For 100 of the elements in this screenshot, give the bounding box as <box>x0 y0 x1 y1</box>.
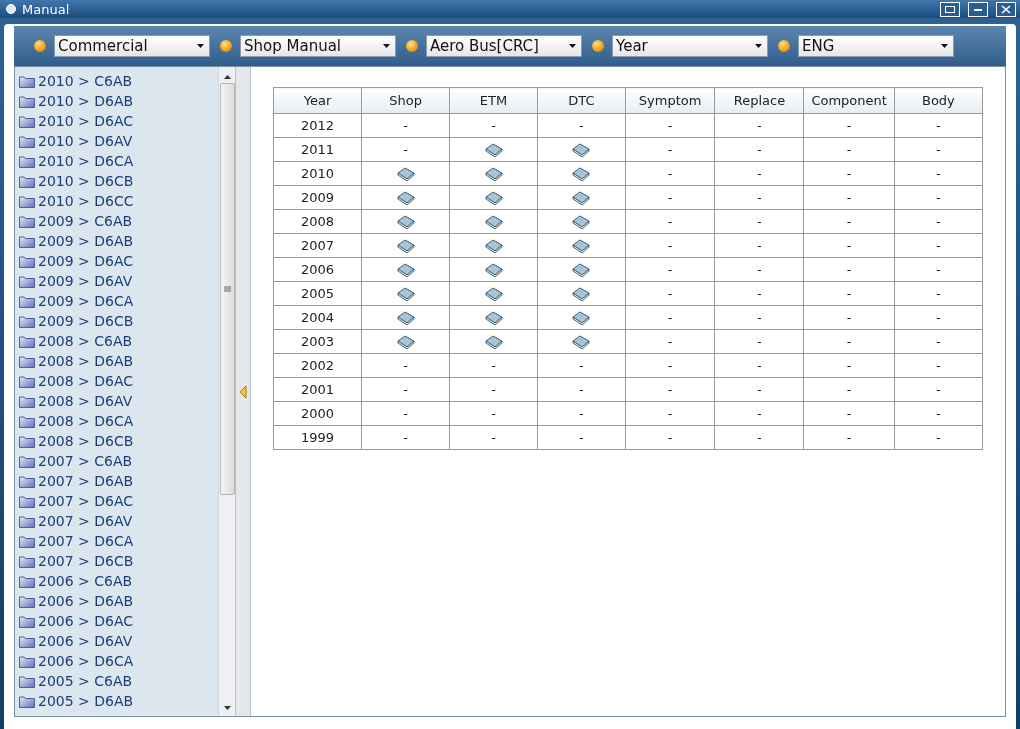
dropdown[interactable]: Year <box>612 35 768 57</box>
restore-icon <box>945 5 955 13</box>
book-icon[interactable] <box>396 238 415 253</box>
folder-icon <box>19 154 35 168</box>
tree-item[interactable]: 2008 > C6AB <box>38 333 133 349</box>
collapse-arrow-icon[interactable] <box>239 384 248 399</box>
book-icon[interactable] <box>396 262 415 277</box>
dropdown[interactable]: Aero Bus[CRC] <box>426 35 582 57</box>
table-cell: - <box>625 353 715 378</box>
tree-item[interactable]: 2010 > D6AB <box>38 93 134 109</box>
table-cell: - <box>894 305 983 330</box>
book-icon[interactable] <box>396 286 415 301</box>
scroll-down-icon[interactable] <box>223 706 231 710</box>
table-cell: - <box>714 329 804 354</box>
tree-item[interactable]: 2008 > D6CB <box>38 433 134 449</box>
tree-item[interactable]: 2005 > C6AB <box>38 673 133 689</box>
tree-item[interactable]: 2009 > D6AV <box>38 273 133 289</box>
scrollbar[interactable] <box>218 67 236 716</box>
tree-item[interactable]: 2010 > D6AC <box>38 113 134 129</box>
tree-item[interactable]: 2006 > D6AV <box>38 633 133 649</box>
book-icon[interactable] <box>396 166 415 181</box>
folder-icon <box>19 94 35 108</box>
column-header: Component <box>804 87 895 114</box>
folder-icon <box>19 414 35 428</box>
table-cell: - <box>804 209 895 234</box>
table-cell: - <box>625 185 715 210</box>
tree-item[interactable]: 2010 > D6CC <box>38 193 134 209</box>
book-icon[interactable] <box>484 190 503 205</box>
folder-icon <box>19 494 35 508</box>
restore-button[interactable] <box>940 1 960 17</box>
close-button[interactable] <box>996 1 1016 17</box>
tree-item[interactable]: 2009 > D6AB <box>38 233 134 249</box>
tree-item[interactable]: 2007 > D6CA <box>38 533 134 549</box>
caret-icon <box>569 44 576 48</box>
tree-item[interactable]: 2006 > D6AB <box>38 593 134 609</box>
book-icon[interactable] <box>572 238 591 253</box>
book-icon[interactable] <box>572 334 591 349</box>
scroll-up-icon[interactable] <box>223 75 231 79</box>
tree-item[interactable]: 2009 > D6CA <box>38 293 134 309</box>
tree-item[interactable]: 2006 > D6CA <box>38 653 134 669</box>
dropdown[interactable]: ENG <box>798 35 954 57</box>
dropdown[interactable]: Shop Manual <box>240 35 396 57</box>
book-icon[interactable] <box>572 310 591 325</box>
table-cell: - <box>714 185 804 210</box>
tree-item[interactable]: 2006 > D6AC <box>38 613 134 629</box>
tree-item[interactable]: 2007 > D6AC <box>38 493 134 509</box>
tree-item[interactable]: 2007 > D6AB <box>38 473 134 489</box>
book-icon[interactable] <box>396 310 415 325</box>
folder-icon <box>19 474 35 488</box>
table-cell: - <box>804 137 895 162</box>
caret-icon <box>755 44 762 48</box>
book-icon[interactable] <box>484 142 503 157</box>
book-icon[interactable] <box>484 262 503 277</box>
tree-item[interactable]: 2008 > D6AB <box>38 353 134 369</box>
table-cell: - <box>714 161 804 186</box>
minimize-button[interactable] <box>968 1 988 17</box>
tree-item[interactable]: 2007 > D6AV <box>38 513 133 529</box>
table-cell: - <box>625 257 715 282</box>
table-cell: - <box>714 233 804 258</box>
book-icon[interactable] <box>484 334 503 349</box>
tree-item[interactable]: 2010 > D6CB <box>38 173 134 189</box>
table-cell: - <box>625 161 715 186</box>
book-icon[interactable] <box>572 262 591 277</box>
table-cell: 2010 <box>273 161 362 186</box>
tree-item[interactable]: 2010 > D6CA <box>38 153 134 169</box>
tree-item[interactable]: 2009 > C6AB <box>38 213 133 229</box>
book-icon[interactable] <box>396 190 415 205</box>
book-icon[interactable] <box>572 214 591 229</box>
table-cell: - <box>714 425 804 450</box>
book-icon[interactable] <box>572 286 591 301</box>
tree-item[interactable]: 2009 > D6AC <box>38 253 134 269</box>
book-icon[interactable] <box>572 142 591 157</box>
book-icon[interactable] <box>484 238 503 253</box>
table-cell: - <box>361 377 450 402</box>
status-dot-icon <box>220 40 232 52</box>
scroll-thumb[interactable] <box>219 83 235 495</box>
book-icon[interactable] <box>396 214 415 229</box>
table-cell: - <box>449 353 538 378</box>
book-icon[interactable] <box>572 166 591 181</box>
book-icon[interactable] <box>572 190 591 205</box>
tree-item[interactable]: 2008 > D6AC <box>38 373 134 389</box>
book-icon[interactable] <box>396 334 415 349</box>
table-cell: - <box>804 185 895 210</box>
tree-item[interactable]: 2008 > D6CA <box>38 413 134 429</box>
table-cell: - <box>625 281 715 306</box>
tree-item[interactable]: 2010 > D6AV <box>38 133 133 149</box>
book-icon[interactable] <box>484 214 503 229</box>
dropdown[interactable]: Commercial <box>54 35 210 57</box>
tree-item[interactable]: 2008 > D6AV <box>38 393 133 409</box>
book-icon[interactable] <box>484 166 503 181</box>
tree-item[interactable]: 2009 > D6CB <box>38 313 134 329</box>
book-icon[interactable] <box>484 310 503 325</box>
tree-item[interactable]: 2007 > D6CB <box>38 553 134 569</box>
book-icon[interactable] <box>484 286 503 301</box>
table-cell: - <box>894 233 983 258</box>
tree-item[interactable]: 2007 > C6AB <box>38 453 133 469</box>
tree-item[interactable]: 2010 > C6AB <box>38 73 133 89</box>
tree-item[interactable]: 2005 > D6AB <box>38 693 134 709</box>
table-cell: - <box>625 401 715 426</box>
tree-item[interactable]: 2006 > C6AB <box>38 573 133 589</box>
